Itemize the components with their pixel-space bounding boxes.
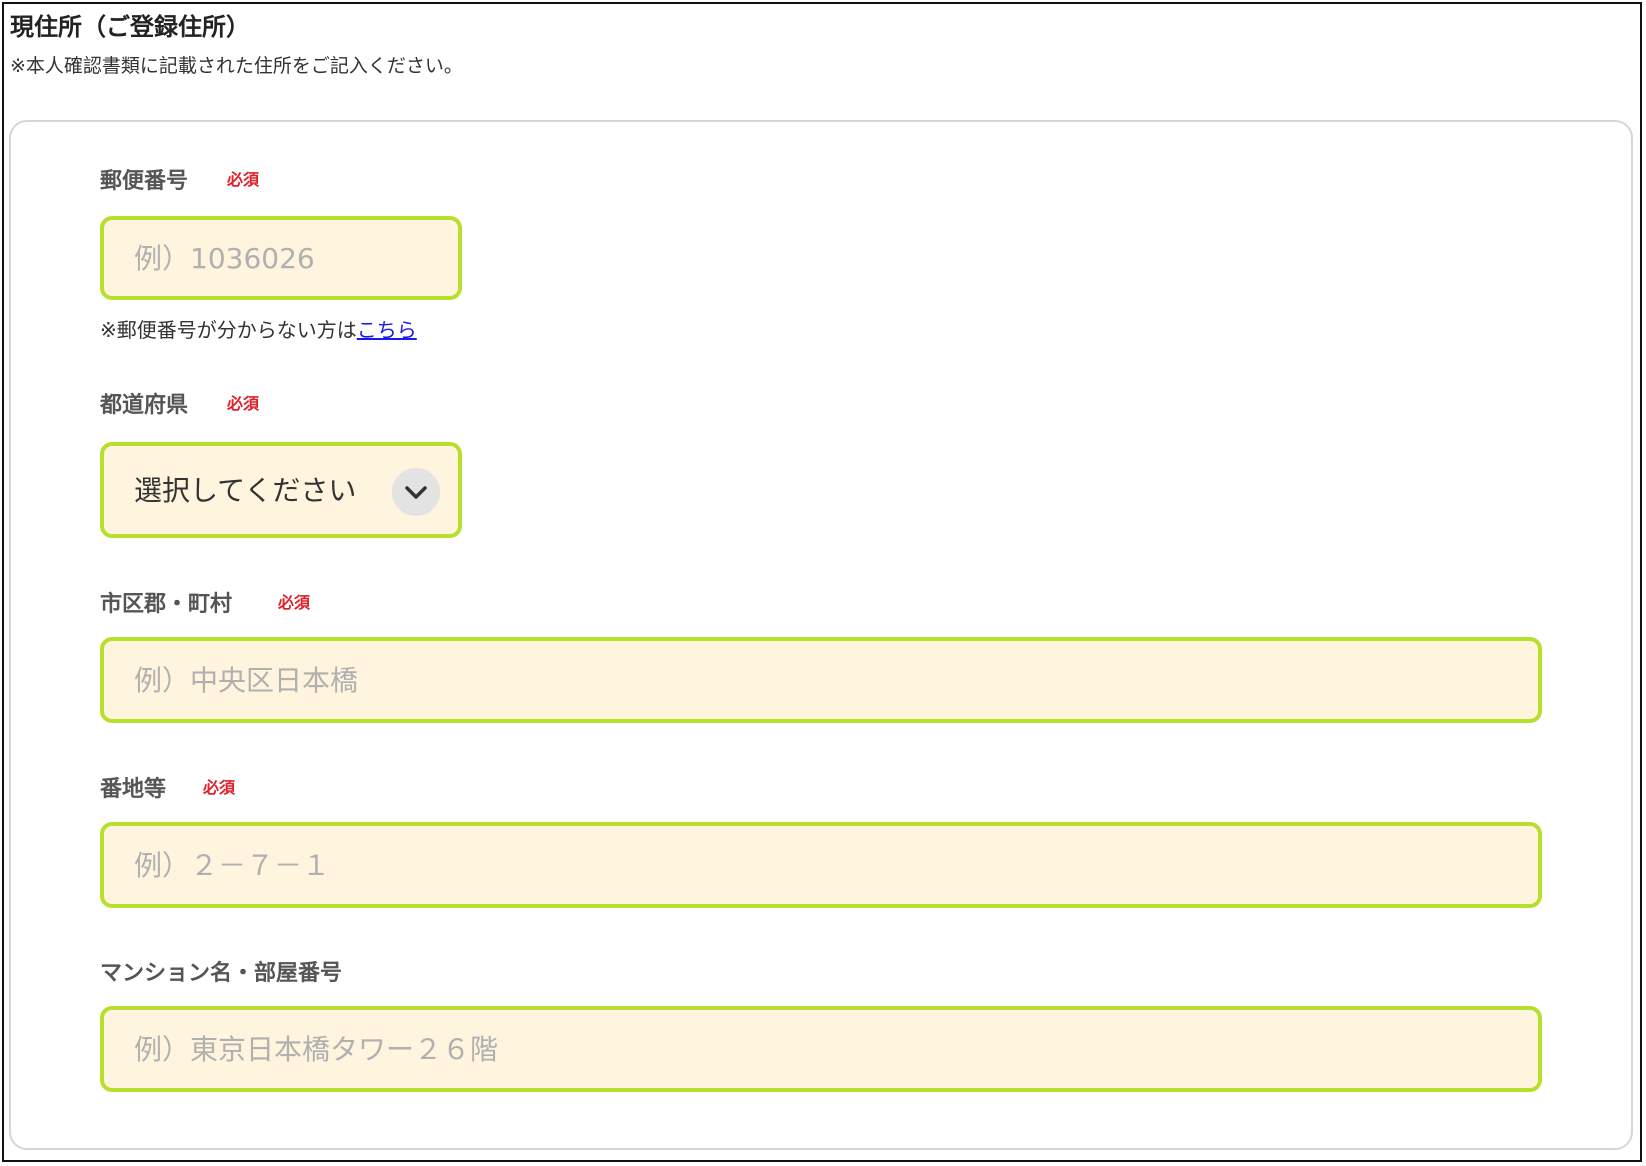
street-required-badge: 必須 [203,778,236,797]
section-note: ※本人確認書類に記載された住所をご記入ください。 [10,55,463,77]
prefecture-required-badge: 必須 [227,394,260,413]
prefecture-select[interactable]: 選択してください [100,442,462,538]
chevron-down-icon [392,468,440,516]
street-input[interactable] [100,822,1542,908]
building-label: マンション名・部屋番号 [100,961,343,986]
postal-code-required-badge: 必須 [227,170,260,189]
postal-code-help: ※郵便番号が分からない方はこちら [100,315,417,345]
building-input[interactable] [100,1006,1542,1092]
street-label: 番地等 [100,777,167,802]
postal-code-help-text: ※郵便番号が分からない方は [100,318,357,342]
postal-code-input[interactable] [100,216,462,300]
prefecture-label: 都道府県 [100,393,189,418]
section-title: 現住所（ご登録住所） [10,13,250,41]
postal-code-lookup-link[interactable]: こちら [357,318,417,342]
city-input[interactable] [100,637,1542,723]
city-required-badge: 必須 [278,593,311,612]
postal-code-label: 郵便番号 [100,169,189,194]
city-label: 市区郡・町村 [100,592,233,617]
prefecture-selected-value: 選択してください [134,474,357,507]
